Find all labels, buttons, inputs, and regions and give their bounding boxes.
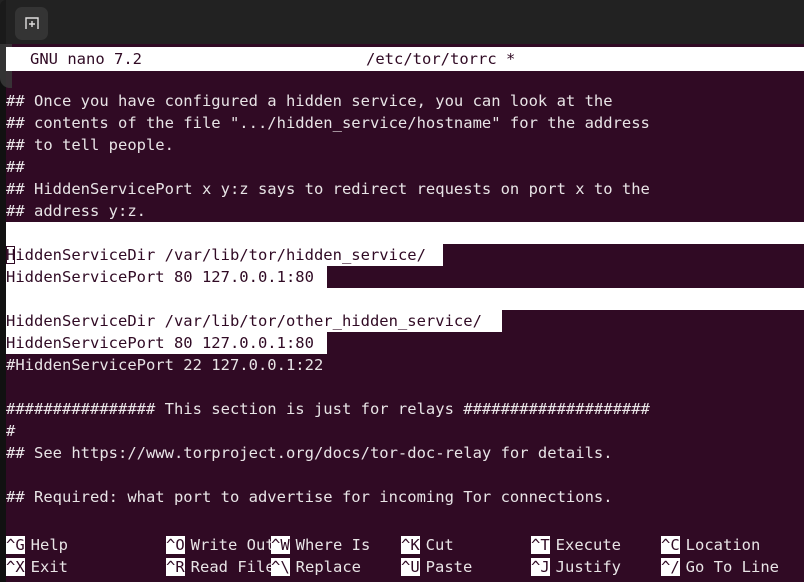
shortcut-key: ^T [531, 536, 550, 554]
shortcut-paste[interactable]: ^U Paste [401, 556, 472, 578]
editor-line[interactable]: ## Once you have configured a hidden ser… [6, 90, 613, 112]
shortcut-key: ^J [531, 558, 550, 576]
shortcut-key: ^X [6, 558, 25, 576]
shortcut-label: Go To Line [685, 558, 779, 576]
terminal-tab-bar [0, 0, 804, 44]
shortcut-key: ^W [271, 536, 290, 554]
shortcut-key: ^O [166, 536, 185, 554]
shortcut-label: Where Is [295, 536, 371, 554]
new-tab-button[interactable] [15, 7, 48, 40]
editor-line[interactable]: ## address y:z. [6, 200, 146, 222]
nano-version-label: GNU nano 7.2 [30, 50, 142, 68]
shortcut-go-to-line[interactable]: ^/ Go To Line [661, 556, 779, 578]
editor-line-text: ## Once you have configured a hidden ser… [6, 92, 613, 110]
shortcut-location[interactable]: ^C Location [661, 534, 760, 556]
editor-line-text: HiddenServicePort 80 127.0.0.1:80 [6, 268, 314, 286]
editor-line-text: ## to tell people. [6, 136, 174, 154]
shortcut-label: Cut [425, 536, 454, 554]
nano-shortcut-bar: ^G Help ^O Write Out ^W Where Is ^K Cut ^T Execut… [6, 534, 804, 582]
new-terminal-tab-icon [24, 16, 39, 29]
shortcut-label: Justify [555, 558, 621, 576]
shortcut-key: ^/ [661, 558, 680, 576]
shortcut-cut[interactable]: ^K Cut [401, 534, 454, 556]
shortcut-label: Read File [190, 558, 275, 576]
editor-line-text: ## address y:z. [6, 202, 146, 220]
nano-text-buffer[interactable]: ## Once you have configured a hidden ser… [6, 90, 804, 534]
editor-line-text: ## See https://www.torproject.org/docs/t… [6, 444, 613, 462]
editor-line[interactable]: ## Required: what port to advertise for … [6, 486, 613, 508]
nano-title-bar: GNU nano 7.2 /etc/tor/torrc * [6, 47, 804, 71]
shortcut-key: ^K [401, 536, 420, 554]
editor-line[interactable]: ## See https://www.torproject.org/docs/t… [6, 442, 613, 464]
editor-line[interactable]: HiddenServiceDir /var/lib/tor/hidden_ser… [6, 244, 426, 266]
shortcut-row-2: ^X Exit ^R Read File ^\ Replace ^U Paste ^J Justi… [6, 556, 804, 578]
shortcut-label: Write Out [190, 536, 275, 554]
shortcut-help[interactable]: ^G Help [6, 534, 68, 556]
shortcut-label: Help [30, 536, 68, 554]
shortcut-execute[interactable]: ^T Execute [531, 534, 621, 556]
editor-line[interactable]: ## to tell people. [6, 134, 174, 156]
terminal-window: GNU nano 7.2 /etc/tor/torrc * ## Once yo… [0, 0, 804, 582]
shortcut-label: Exit [30, 558, 68, 576]
selection-highlight [6, 222, 804, 244]
shortcut-key: ^\ [271, 558, 290, 576]
editor-line[interactable]: ################ This section is just fo… [6, 398, 650, 420]
editor-line-text: HiddenServiceDir /var/lib/tor/other_hidd… [6, 312, 482, 330]
editor-line[interactable]: HiddenServicePort 80 127.0.0.1:80 [6, 266, 314, 288]
editor-line-text: ## [6, 158, 25, 176]
shortcut-read-file[interactable]: ^R Read File [166, 556, 275, 578]
shortcut-key: ^R [166, 558, 185, 576]
editor-line-text: ## Required: what port to advertise for … [6, 488, 613, 506]
editor-line[interactable]: HiddenServiceDir /var/lib/tor/other_hidd… [6, 310, 482, 332]
editor-line[interactable]: ## [6, 156, 25, 178]
selection-highlight [6, 288, 804, 310]
shortcut-key: ^G [6, 536, 25, 554]
editor-line-text: ## HiddenServicePort x y:z says to redir… [6, 180, 650, 198]
editor-line-text: # [6, 422, 16, 440]
editor-line[interactable]: ## contents of the file ".../hidden_serv… [6, 112, 650, 134]
nano-editor[interactable]: GNU nano 7.2 /etc/tor/torrc * ## Once yo… [0, 44, 804, 582]
shortcut-exit[interactable]: ^X Exit [6, 556, 68, 578]
text-cursor: H [6, 246, 16, 264]
nano-filename-label: /etc/tor/torrc * [366, 50, 516, 68]
shortcut-label: Replace [295, 558, 361, 576]
editor-line-text: #HiddenServicePort 22 127.0.0.1:22 [6, 356, 324, 374]
shortcut-key: ^U [401, 558, 420, 576]
shortcut-justify[interactable]: ^J Justify [531, 556, 621, 578]
editor-line-text: HiddenServicePort 80 127.0.0.1:80 [6, 334, 314, 352]
shortcut-where-is[interactable]: ^W Where Is [271, 534, 370, 556]
shortcut-label: Execute [555, 536, 621, 554]
editor-line-text: ## contents of the file ".../hidden_serv… [6, 114, 650, 132]
editor-line-text: ################ This section is just fo… [6, 400, 650, 418]
editor-line[interactable]: # [6, 420, 15, 442]
editor-line[interactable]: #HiddenServicePort 22 127.0.0.1:22 [6, 354, 323, 376]
shortcut-label: Location [685, 536, 761, 554]
shortcut-label: Paste [425, 558, 473, 576]
editor-line[interactable]: ## HiddenServicePort x y:z says to redir… [6, 178, 650, 200]
shortcut-write-out[interactable]: ^O Write Out [166, 534, 275, 556]
shortcut-row-1: ^G Help ^O Write Out ^W Where Is ^K Cut ^T Execut… [6, 534, 804, 556]
editor-line[interactable]: HiddenServicePort 80 127.0.0.1:80 [6, 332, 314, 354]
window-left-edge [0, 0, 6, 44]
shortcut-key: ^C [661, 536, 680, 554]
editor-line-text: iddenServiceDir /var/lib/tor/hidden_serv… [15, 246, 426, 264]
shortcut-replace[interactable]: ^\ Replace [271, 556, 361, 578]
